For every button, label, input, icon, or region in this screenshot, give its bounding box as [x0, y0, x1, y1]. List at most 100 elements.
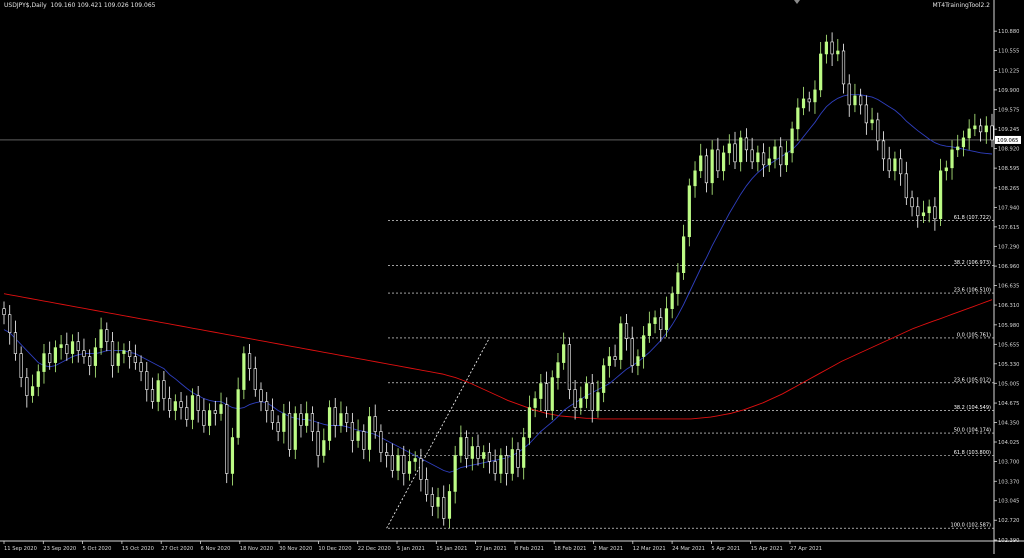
candle-body: [2, 308, 6, 315]
candle-body: [579, 398, 583, 408]
y-tick-label: 105.005: [998, 381, 1019, 387]
candle-body: [110, 341, 115, 366]
x-tick-label: 27 Jan 2021: [476, 546, 507, 552]
candle-body: [442, 497, 446, 519]
candle-body: [819, 53, 823, 91]
candle-body: [345, 413, 349, 423]
candle-body: [13, 332, 18, 354]
candle-body: [522, 437, 526, 468]
candle-body: [773, 146, 777, 160]
chart-window[interactable]: 61.8 (107.722) 38.2 (106.973) 23.6 (106.51…: [0, 0, 1024, 554]
x-tick-label: 5 Apr 2021: [711, 546, 740, 552]
candle-body: [664, 308, 669, 330]
shift-marker-icon[interactable]: [794, 0, 800, 4]
candle-body: [984, 125, 988, 133]
x-tick-label: 18 Nov 2020: [240, 546, 273, 552]
candle-body: [682, 236, 686, 274]
candle-body: [596, 392, 600, 411]
y-tick-label: 102.720: [998, 518, 1019, 524]
y-tick-label: 102.390: [998, 538, 1019, 544]
y-tick-label: 107.615: [998, 225, 1019, 231]
candle-body: [122, 350, 126, 354]
candle-body: [436, 497, 440, 507]
candle-body: [185, 407, 189, 420]
fib-level-label: 50.0 (104.174): [954, 428, 991, 434]
candle-body: [253, 368, 257, 390]
y-tick-label: 107.940: [998, 205, 1019, 211]
y-tick-label: 104.350: [998, 421, 1019, 427]
fib-level-label: 38.2 (106.973): [954, 260, 991, 266]
candle-body: [653, 317, 657, 324]
y-tick-label: 106.960: [998, 264, 1019, 270]
candle-body: [202, 410, 206, 426]
fib-level-label: 23.6 (105.012): [954, 377, 991, 383]
candle-body: [796, 107, 800, 130]
candle-body: [744, 137, 749, 151]
candle-body: [887, 158, 891, 172]
candle-body: [761, 152, 766, 166]
candle-body: [784, 152, 789, 166]
candle-body: [299, 413, 303, 426]
candle-body: [830, 41, 834, 55]
candle-body: [567, 344, 571, 390]
candle-body: [482, 452, 486, 459]
candle-body: [801, 98, 806, 109]
candle-body: [573, 389, 577, 408]
x-tick-label: 2 Mar 2021: [594, 546, 624, 552]
candle-body: [225, 404, 229, 474]
candle-body: [636, 356, 640, 366]
candle-body: [196, 395, 200, 411]
current-price-label: 109.065: [997, 138, 1018, 144]
candle-body: [259, 389, 263, 402]
candle-body: [402, 455, 406, 474]
x-tick-label: 15 Apr 2021: [751, 546, 783, 552]
candle-body: [693, 170, 697, 187]
x-tick-label: 5 Oct 2020: [83, 546, 112, 552]
y-tick-label: 110.880: [998, 29, 1019, 35]
candle-body: [676, 272, 680, 294]
candle-body: [699, 155, 703, 172]
x-tick-label: 23 Sep 2020: [43, 546, 76, 552]
y-tick-label: 108.265: [998, 186, 1019, 192]
candle-body: [156, 380, 160, 402]
candle-body: [219, 404, 223, 414]
y-tick-label: 103.045: [998, 499, 1019, 505]
candle-body: [933, 206, 937, 220]
x-tick-label: 27 Apr 2021: [790, 546, 822, 552]
candle-body: [967, 128, 971, 139]
candle-body: [870, 119, 874, 124]
candle-body: [630, 338, 634, 366]
ma-fast-line: [3, 94, 993, 473]
x-tick-label: 15 Jan 2021: [436, 546, 467, 552]
y-tick-label: 110.555: [998, 49, 1019, 55]
candle-body: [407, 461, 412, 474]
y-tick-label: 110.225: [998, 68, 1019, 74]
candle-body: [88, 356, 92, 366]
candle-body: [213, 410, 217, 414]
candle-body: [476, 446, 480, 459]
candle-body: [25, 377, 29, 396]
candle-body: [396, 455, 400, 471]
price-chart[interactable]: 61.8 (107.722) 38.2 (106.973) 23.6 (106.51…: [0, 0, 1024, 554]
candle-body: [670, 293, 674, 309]
candle-body: [242, 353, 246, 390]
candle-body: [499, 455, 503, 474]
candle-body: [659, 317, 663, 330]
candle-body: [836, 50, 840, 55]
candle-body: [293, 413, 297, 450]
candle-body: [162, 380, 166, 399]
candle-body: [53, 347, 57, 363]
fib-level-label: 38.2 (104.549): [954, 405, 991, 411]
candle-body: [207, 410, 212, 426]
x-tick-label: 5 Jan 2021: [397, 546, 425, 552]
candle-body: [48, 353, 52, 363]
candle-body: [910, 197, 914, 208]
candle-body: [767, 158, 771, 166]
y-tick-label: 109.245: [998, 127, 1019, 133]
candle-body: [339, 413, 343, 426]
candle-body: [864, 104, 868, 124]
candle-body: [270, 410, 275, 423]
candle-body: [145, 371, 149, 390]
candle-body: [310, 413, 314, 432]
candle-body: [150, 389, 155, 402]
